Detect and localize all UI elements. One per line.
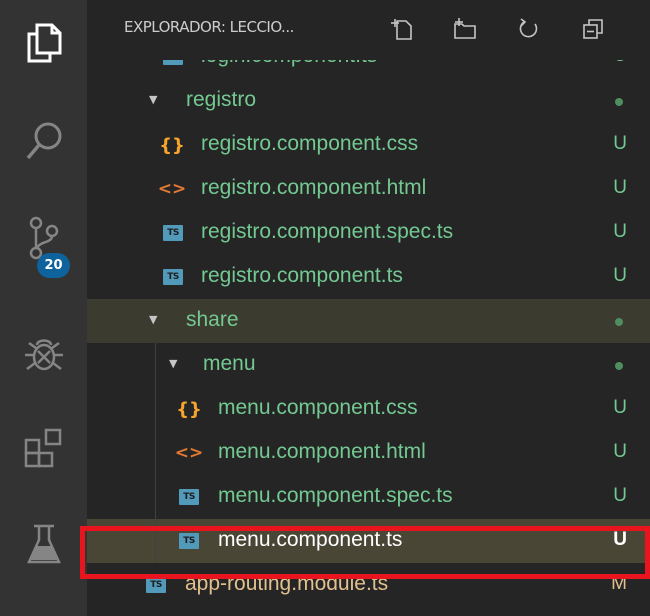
git-status-untracked: U	[613, 177, 627, 198]
file-name: registro.component.css	[201, 132, 419, 155]
tree-row-menu-component-html[interactable]: <> menu.component.html U	[87, 431, 650, 475]
typescript-file-icon: TS	[146, 577, 166, 593]
explorer-title: EXPLORADOR: LECCIO...	[124, 18, 294, 36]
git-status-untracked: U	[613, 397, 627, 418]
file-name: registro.component.html	[201, 176, 427, 199]
typescript-file-icon: TS	[163, 225, 183, 241]
file-name: app-routing.module.ts	[185, 572, 389, 595]
git-status-modified: M	[611, 573, 627, 594]
git-status-untracked: U	[613, 485, 627, 506]
explorer-header: EXPLORADOR: LECCIO...	[87, 0, 650, 60]
tree-row-app-routing-module-ts[interactable]: TS app-routing.module.ts M	[87, 563, 650, 607]
search-icon[interactable]	[0, 108, 87, 174]
typescript-file-icon: TS	[163, 269, 183, 285]
file-name: menu.component.css	[218, 396, 418, 419]
new-file-icon[interactable]	[387, 13, 419, 45]
file-name: menu.component.spec.ts	[218, 484, 453, 507]
git-status-untracked: U	[613, 529, 627, 550]
tree-row-menu-component-css[interactable]: {} menu.component.css U	[87, 387, 650, 431]
chevron-down-icon[interactable]: ▼	[149, 313, 157, 326]
git-status-untracked: U	[613, 221, 627, 242]
collapse-all-icon[interactable]	[577, 13, 609, 45]
files-icon[interactable]	[0, 10, 87, 76]
tree-row-share-folder[interactable]: ▼ share	[87, 299, 650, 343]
file-name: registro.component.ts	[201, 264, 403, 287]
tree-row-registro-component-html[interactable]: <> registro.component.html U	[87, 167, 650, 211]
tree-row-menu-component-ts-selected[interactable]: TS menu.component.ts U	[87, 519, 650, 563]
typescript-file-icon: TS	[179, 489, 199, 505]
tree-row-menu-component-spec-ts[interactable]: TS menu.component.spec.ts U	[87, 475, 650, 519]
file-tree: TS login.component.ts U ▼ registro {} re…	[87, 44, 650, 607]
testing-flask-icon[interactable]	[0, 512, 87, 578]
file-name: menu.component.ts	[218, 528, 403, 551]
git-status-untracked: U	[613, 133, 627, 154]
source-control-badge: 20	[37, 253, 70, 278]
tree-row-registro-component-css[interactable]: {} registro.component.css U	[87, 123, 650, 167]
file-name: menu.component.html	[218, 440, 426, 463]
git-status-dot	[615, 362, 623, 370]
css-file-icon: {}	[176, 398, 202, 420]
html-file-icon: <>	[157, 179, 187, 199]
typescript-file-icon: TS	[179, 533, 199, 549]
git-status-dot	[615, 318, 623, 326]
new-folder-icon[interactable]	[449, 13, 481, 45]
tree-row-registro-component-spec-ts[interactable]: TS registro.component.spec.ts U	[87, 211, 650, 255]
explorer-sidebar: EXPLORADOR: LECCIO... ▼ registro {} regi…	[87, 0, 650, 616]
refresh-icon[interactable]	[513, 13, 545, 45]
tree-row-registro-folder[interactable]: ▼ registro	[87, 79, 650, 123]
activity-bar: 20	[0, 0, 87, 616]
folder-name: menu	[203, 352, 256, 375]
css-file-icon: {}	[159, 134, 185, 156]
git-status-untracked: U	[613, 265, 627, 286]
debug-icon[interactable]	[0, 320, 87, 386]
chevron-down-icon[interactable]: ▼	[169, 357, 177, 370]
folder-name: share	[186, 308, 239, 331]
git-status-dot	[615, 98, 623, 106]
chevron-down-icon[interactable]: ▼	[149, 93, 157, 106]
extensions-icon[interactable]	[0, 415, 87, 481]
tree-row-registro-component-ts[interactable]: TS registro.component.ts U	[87, 255, 650, 299]
tree-row-menu-folder[interactable]: ▼ menu	[87, 343, 650, 387]
git-status-untracked: U	[613, 441, 627, 462]
folder-name: registro	[186, 88, 257, 111]
html-file-icon: <>	[174, 443, 204, 463]
file-name: registro.component.spec.ts	[201, 220, 454, 243]
